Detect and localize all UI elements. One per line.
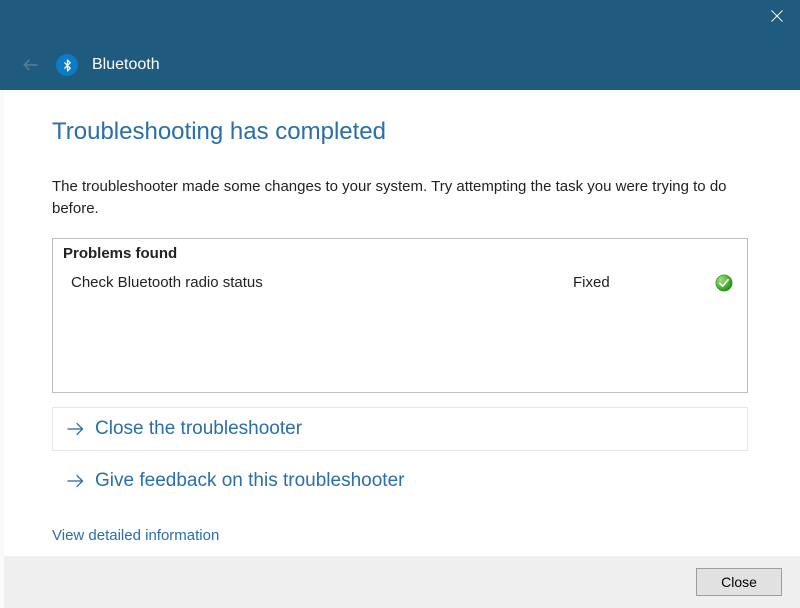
titlebar [0,0,800,40]
left-border [0,90,4,608]
description-text: The troubleshooter made some changes to … [52,176,748,220]
back-button [20,54,42,76]
back-arrow-icon [21,55,41,75]
problem-row: Check Bluetooth radio status Fixed [63,272,737,294]
problems-box: Problems found Check Bluetooth radio sta… [52,238,748,393]
problem-status: Fixed [573,274,713,291]
header-title: Bluetooth [92,56,160,74]
close-icon [771,10,783,22]
window-close-button[interactable] [754,0,800,32]
dialog-body: Troubleshooting has completed The troubl… [0,90,800,544]
view-detailed-link[interactable]: View detailed information [52,527,219,544]
check-circle-icon [715,274,733,292]
status-icon-cell [713,274,733,292]
problem-name: Check Bluetooth radio status [71,274,573,291]
arrow-right-icon [65,419,85,439]
action-label: Give feedback on this troubleshooter [95,470,404,492]
footer: Close [4,556,800,608]
page-title: Troubleshooting has completed [52,118,748,146]
bluetooth-icon [56,54,78,76]
arrow-right-icon [65,471,85,491]
close-troubleshooter-link[interactable]: Close the troubleshooter [52,407,748,451]
action-label: Close the troubleshooter [95,418,302,440]
close-button[interactable]: Close [696,568,782,596]
header: Bluetooth [0,40,800,90]
problems-header: Problems found [63,245,737,262]
give-feedback-link[interactable]: Give feedback on this troubleshooter [52,459,748,503]
